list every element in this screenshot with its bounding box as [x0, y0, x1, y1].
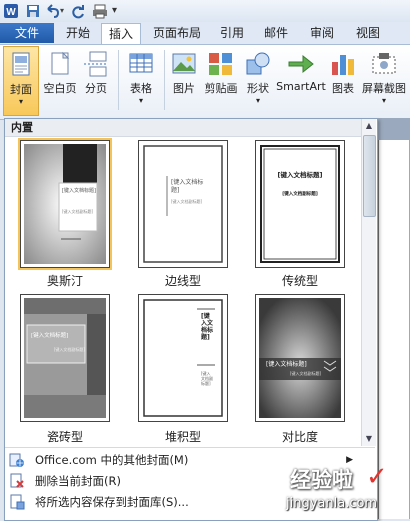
scroll-up-icon[interactable]: ▲ — [362, 119, 376, 133]
clipart-icon — [209, 53, 232, 75]
quick-access-toolbar: W ▾ ▾ — [0, 0, 410, 23]
cover-preview — [24, 298, 106, 418]
save-icon[interactable] — [25, 3, 41, 19]
cover-label: 堆积型 — [164, 430, 201, 444]
tab-mailings[interactable]: 邮件 — [256, 23, 296, 43]
cover-thumbnail-contrast[interactable]: [键入文档标题] [键入文档副标题] — [255, 294, 345, 422]
tab-file[interactable]: 文件 — [0, 23, 54, 43]
redo-icon[interactable] — [70, 3, 86, 19]
smartart-icon — [288, 54, 314, 74]
screenshot-dropdown-icon: ▾ — [381, 96, 386, 105]
tab-view[interactable]: 视图 — [348, 23, 388, 43]
smartart-button[interactable]: SmartArt — [275, 46, 327, 116]
cover-dropdown-icon: ▾ — [18, 97, 23, 106]
chart-icon — [332, 55, 354, 75]
chart-button[interactable]: 图表 — [327, 46, 359, 116]
shapes-icon — [246, 52, 270, 75]
svg-text:W: W — [6, 7, 16, 18]
cover-label: 瓷砖型 — [46, 430, 83, 444]
cover-preview — [24, 144, 106, 264]
screenshot-icon — [372, 53, 396, 74]
cover-thumbnail-traditional[interactable]: [键入文档标题] [键入文档副标题] — [255, 140, 345, 268]
print-preview-icon[interactable] — [92, 3, 108, 19]
cover-label: 奥斯汀 — [46, 274, 83, 288]
gallery-scrollbar[interactable]: ▲ ▼ — [361, 119, 376, 446]
watermark-logo: 经验啦 ✓ jingyanla.com — [286, 462, 388, 511]
tab-home[interactable]: 开始 — [58, 23, 98, 43]
blank-page-button[interactable]: 空白页 — [42, 46, 78, 116]
gallery-section-header: 内置 — [5, 119, 361, 137]
cover-label: 传统型 — [281, 274, 318, 288]
blank-page-icon — [51, 51, 70, 75]
page-break-icon — [84, 51, 108, 77]
shapes-dropdown-icon: ▾ — [255, 96, 260, 105]
cover-thumbnail-mosaic[interactable]: [键入文档标题] [键入文档副标题] — [20, 294, 110, 422]
cover-thumbnail-stacks[interactable]: [键入文档标题] [键入文档副标题] — [138, 294, 228, 422]
cover-thumbnail-sideline[interactable]: [键入文档标题] [键入文档副标题] — [138, 140, 228, 268]
undo-icon[interactable] — [44, 3, 60, 19]
tab-page-layout[interactable]: 页面布局 — [146, 23, 208, 43]
table-dropdown-icon: ▾ — [138, 96, 143, 105]
table-button[interactable]: 表格 ▾ — [122, 46, 160, 116]
scrollbar-thumb[interactable] — [363, 135, 376, 217]
screenshot-button[interactable]: 屏幕截图 ▾ — [359, 46, 409, 116]
customize-toolbar-icon[interactable]: ▾ — [112, 3, 128, 19]
menu-separator — [5, 447, 375, 448]
cover-thumbnail-austin[interactable]: [键入文档标题] [键入文档副标题] — [18, 138, 112, 270]
remove-cover-icon — [10, 473, 24, 488]
scroll-down-icon[interactable]: ▼ — [362, 432, 376, 446]
cover-label: 边线型 — [164, 274, 201, 288]
undo-dropdown-icon[interactable]: ▾ — [60, 3, 68, 19]
tab-references[interactable]: 引用 — [212, 23, 252, 43]
save-to-gallery-icon — [10, 494, 25, 510]
shapes-button[interactable]: 形状 ▾ — [241, 46, 275, 116]
check-icon: ✓ — [366, 462, 388, 492]
cover-page-button[interactable]: 封面 ▾ — [3, 46, 39, 116]
page-break-button[interactable]: 分页 — [78, 46, 114, 116]
ribbon-separator — [118, 50, 119, 110]
picture-button[interactable]: 图片 — [167, 46, 201, 116]
tab-insert[interactable]: 插入 — [101, 23, 141, 45]
word-icon[interactable]: W — [3, 3, 19, 19]
picture-icon — [172, 53, 196, 74]
cover-page-icon — [12, 52, 30, 76]
cover-label: 对比度 — [281, 430, 318, 444]
cover-preview — [143, 299, 223, 417]
cover-preview — [259, 298, 341, 418]
table-icon — [129, 53, 153, 73]
tab-review[interactable]: 审阅 — [302, 23, 342, 43]
clipart-button[interactable]: 剪贴画 — [201, 46, 241, 116]
office-web-icon — [9, 453, 24, 467]
cover-preview — [260, 145, 340, 263]
ribbon-separator — [164, 50, 165, 110]
cover-gallery: [键入文档标题] [键入文档副标题] [键入文档标题] [键入文档副标题] [键… — [5, 137, 361, 446]
